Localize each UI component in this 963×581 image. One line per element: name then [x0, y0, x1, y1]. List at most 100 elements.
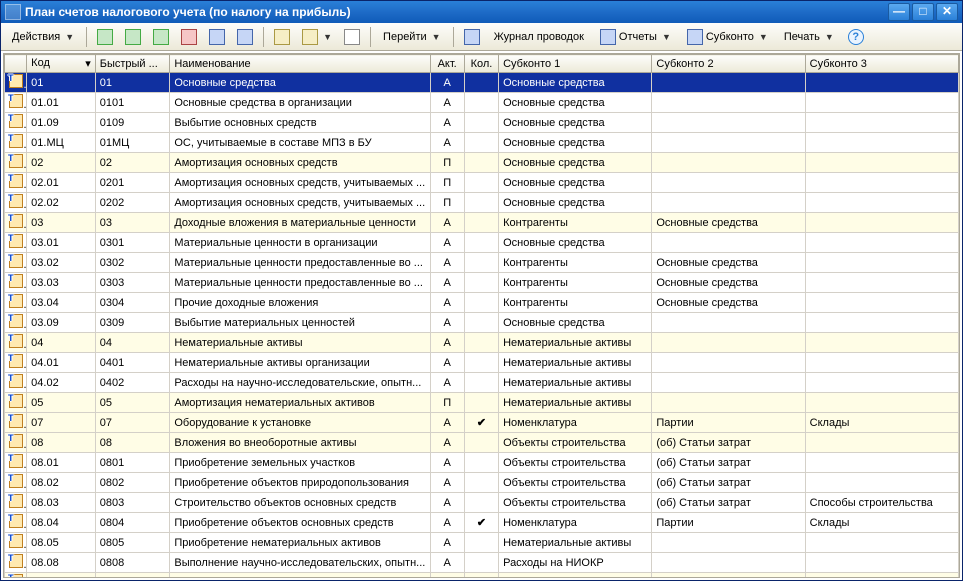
cell-sub3: [805, 153, 958, 173]
account-icon: [9, 74, 23, 88]
cell-fast: 0803: [95, 493, 170, 513]
table-row[interactable]: 0707Оборудование к установкеА✔Номенклату…: [5, 413, 959, 433]
cell-sub2: (об) Статьи затрат: [652, 473, 805, 493]
reports-menu[interactable]: Отчеты▼: [593, 26, 678, 48]
actions-menu[interactable]: Действия▼: [5, 28, 81, 46]
table-row[interactable]: 0404Нематериальные активыАНематериальные…: [5, 333, 959, 353]
table-row[interactable]: 03.040304Прочие доходные вложенияАКонтра…: [5, 293, 959, 313]
cell-fast: 0802: [95, 473, 170, 493]
subkonto-icon: [687, 29, 703, 45]
cell-akt: А: [430, 253, 464, 273]
col-sub2[interactable]: Субконто 2: [652, 55, 805, 73]
col-sub3[interactable]: Субконто 3: [805, 55, 958, 73]
col-code[interactable]: Код ▾: [27, 55, 96, 73]
cell-sub1: Расходы на НИОКР: [499, 553, 652, 573]
table-row[interactable]: 08.010801Приобретение земельных участков…: [5, 453, 959, 473]
table-row[interactable]: 08.040804Приобретение объектов основных …: [5, 513, 959, 533]
table-row[interactable]: 0808Вложения во внеоборотные активыАОбъе…: [5, 433, 959, 453]
col-fast[interactable]: Быстрый ...: [95, 55, 170, 73]
table-row[interactable]: 08.080808Выполнение научно-исследователь…: [5, 553, 959, 573]
col-kol[interactable]: Кол.: [464, 55, 498, 73]
cell-sub1: Основные средства: [499, 113, 652, 133]
edit-button[interactable]: [148, 26, 174, 48]
cell-fast: 0303: [95, 273, 170, 293]
cell-sub3: [805, 73, 958, 93]
close-button[interactable]: ✕: [936, 3, 958, 21]
table-row[interactable]: 1010МатериалыА✔НоменклатураПартииСклады: [5, 573, 959, 579]
cell-name: Амортизация основных средств, учитываемы…: [170, 173, 430, 193]
cell-name: Нематериальные активы организации: [170, 353, 430, 373]
filter-off-icon: [302, 29, 318, 45]
minimize-button[interactable]: —: [888, 3, 910, 21]
cell-fast: 0101: [95, 93, 170, 113]
table-row[interactable]: 03.030303Материальные ценности предостав…: [5, 273, 959, 293]
cell-kol: [464, 113, 498, 133]
table-row[interactable]: 08.020802Приобретение объектов природопо…: [5, 473, 959, 493]
table-row[interactable]: 04.020402Расходы на научно-исследователь…: [5, 373, 959, 393]
table-row[interactable]: 01.090109Выбытие основных средствАОсновн…: [5, 113, 959, 133]
table-row[interactable]: 02.010201Амортизация основных средств, у…: [5, 173, 959, 193]
delete-button[interactable]: [176, 26, 202, 48]
cell-sub3: [805, 253, 958, 273]
account-icon: [9, 114, 23, 128]
subkonto-menu[interactable]: Субконто▼: [680, 26, 775, 48]
titlebar: План счетов налогового учета (по налогу …: [1, 1, 962, 23]
cell-name: Доходные вложения в материальные ценност…: [170, 213, 430, 233]
cell-akt: П: [430, 153, 464, 173]
cell-name: Выбытие основных средств: [170, 113, 430, 133]
cell-sub3: [805, 553, 958, 573]
cell-code: 08.04: [27, 513, 96, 533]
cell-kol: [464, 133, 498, 153]
col-icon[interactable]: [5, 55, 27, 73]
table-row[interactable]: 02.020202Амортизация основных средств, у…: [5, 193, 959, 213]
cell-kol: [464, 533, 498, 553]
col-sub1[interactable]: Субконто 1: [499, 55, 652, 73]
table-row[interactable]: 08.030803Строительство объектов основных…: [5, 493, 959, 513]
cell-sub2: Партии: [652, 413, 805, 433]
cell-name: Приобретение объектов основных средств: [170, 513, 430, 533]
table-row[interactable]: 08.050805Приобретение нематериальных акт…: [5, 533, 959, 553]
cell-code: 01: [27, 73, 96, 93]
cell-code: 02.02: [27, 193, 96, 213]
table-row[interactable]: 04.010401Нематериальные активы организац…: [5, 353, 959, 373]
add-button[interactable]: [92, 26, 118, 48]
accounts-grid[interactable]: Код ▾ Быстрый ... Наименование Акт. Кол.…: [3, 53, 960, 578]
table-row[interactable]: 0303Доходные вложения в материальные цен…: [5, 213, 959, 233]
table-row[interactable]: 0202Амортизация основных средствПОсновны…: [5, 153, 959, 173]
cell-sub2: Основные средства: [652, 273, 805, 293]
clear-filter-button[interactable]: [339, 26, 365, 48]
table-row[interactable]: 03.020302Материальные ценности предостав…: [5, 253, 959, 273]
cell-sub2: [652, 313, 805, 333]
table-row[interactable]: 03.010301Материальные ценности в организ…: [5, 233, 959, 253]
cell-fast: 0201: [95, 173, 170, 193]
col-name[interactable]: Наименование: [170, 55, 430, 73]
cell-kol: [464, 473, 498, 493]
cell-akt: А: [430, 333, 464, 353]
cell-name: Материальные ценности в организации: [170, 233, 430, 253]
cell-akt: А: [430, 413, 464, 433]
move-up-button[interactable]: [204, 26, 230, 48]
table-row[interactable]: 0101Основные средстваАОсновные средства: [5, 73, 959, 93]
cell-sub3: Склады: [805, 513, 958, 533]
goto-menu[interactable]: Перейти▼: [376, 28, 448, 46]
cell-sub3: [805, 333, 958, 353]
table-row[interactable]: 03.090309Выбытие материальных ценностейА…: [5, 313, 959, 333]
cell-sub3: Склады: [805, 413, 958, 433]
filter-button[interactable]: [269, 26, 295, 48]
journal-button[interactable]: Журнал проводок: [487, 28, 591, 46]
table-row[interactable]: 0505Амортизация нематериальных активовПН…: [5, 393, 959, 413]
maximize-button[interactable]: □: [912, 3, 934, 21]
refresh-button[interactable]: [459, 26, 485, 48]
cell-code: 03.04: [27, 293, 96, 313]
table-row[interactable]: 01.010101Основные средства в организации…: [5, 93, 959, 113]
cell-kol: [464, 293, 498, 313]
table-row[interactable]: 01.МЦ01МЦОС, учитываемые в составе МПЗ в…: [5, 133, 959, 153]
filter-off-button[interactable]: ▼: [297, 26, 337, 48]
add-copy-button[interactable]: [120, 26, 146, 48]
print-menu[interactable]: Печать▼: [777, 28, 841, 46]
col-akt[interactable]: Акт.: [430, 55, 464, 73]
cell-kol: ✔: [464, 513, 498, 533]
move-down-button[interactable]: [232, 26, 258, 48]
help-button[interactable]: ?: [843, 26, 869, 48]
cell-kol: [464, 93, 498, 113]
